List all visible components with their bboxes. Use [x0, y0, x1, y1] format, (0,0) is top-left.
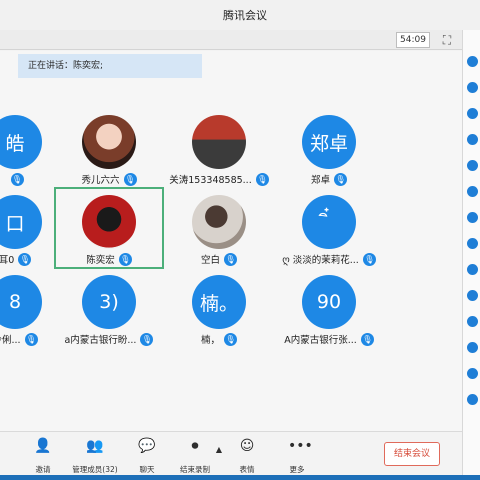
- avatar: 8: [0, 275, 42, 329]
- participant-name: 怜俐...: [0, 335, 21, 346]
- participant-name-row: ღ 淡淡的茉莉花... 🎙: [274, 251, 384, 267]
- participant-status-icon: [467, 82, 478, 93]
- participant-name-row: 秀儿六六 🎙: [54, 171, 164, 187]
- taskbar: [0, 475, 480, 480]
- participant-name-row: a内蒙古银行盼... 🎙: [54, 331, 164, 347]
- microphone-icon: 🎙: [140, 332, 154, 346]
- participant-status-icon: [467, 290, 478, 301]
- avatar: 楠。: [192, 275, 246, 329]
- participant-name: 楠，: [200, 335, 220, 346]
- participant-status-icon: [467, 238, 478, 249]
- avatar: ิ๋: [302, 195, 356, 249]
- participant-name: ღ 淡淡的茉莉花...: [282, 255, 359, 266]
- more-icon: •••: [288, 438, 313, 454]
- participant-name: 秀儿六六: [81, 175, 120, 186]
- microphone-icon: 🎙: [123, 172, 137, 186]
- avatar: [192, 115, 246, 169]
- video-gallery: 正在讲话：陈奕宏; 皓 🎙 秀儿六六 🎙 关涛153348585... 🎙 郑卓…: [0, 51, 462, 431]
- microphone-icon: 🎙: [255, 172, 269, 186]
- window-title: 腾讯会议: [223, 9, 267, 22]
- participant-tile[interactable]: 关涛153348585... 🎙: [164, 107, 274, 189]
- invite-button[interactable]: 👤 邀请: [18, 436, 68, 474]
- emoji-icon: ☺: [239, 438, 255, 454]
- meeting-window: 腾讯会议 54:09 ⛶ 正在讲话：陈奕宏; 皓 🎙 秀儿六六 🎙 关涛1533…: [0, 0, 480, 480]
- side-panel: [462, 30, 480, 475]
- members-label: 管理成员(32): [72, 465, 118, 474]
- participant-status-icon: [467, 368, 478, 379]
- participant-name-row: 关涛153348585... 🎙: [164, 171, 274, 187]
- microphone-icon: 🎙: [10, 172, 24, 186]
- participant-tile[interactable]: ิ๋ ღ 淡淡的茉莉花... 🎙: [274, 187, 384, 269]
- participant-name-row: 郑卓 🎙: [274, 171, 384, 187]
- participant-name: 耳0: [0, 255, 15, 266]
- meeting-toolbar: 54:09 ⛶: [0, 30, 462, 50]
- participant-name: A内蒙古银行张...: [284, 335, 357, 346]
- microphone-icon: 🎙: [224, 252, 237, 266]
- microphone-icon: 🎙: [24, 332, 38, 346]
- avatar: [82, 195, 136, 249]
- participant-tile[interactable]: 秀儿六六 🎙: [54, 107, 164, 189]
- fullscreen-icon[interactable]: ⛶: [440, 33, 454, 47]
- participant-status-icon: [467, 212, 478, 223]
- avatar: 90: [302, 275, 356, 329]
- meeting-timer: 54:09: [396, 32, 430, 48]
- members-icon: 👥: [86, 438, 104, 454]
- microphone-icon: 🎙: [118, 252, 132, 266]
- reactions-button[interactable]: ☺ 表情: [222, 436, 272, 474]
- participant-tile[interactable]: 空白 🎙: [164, 187, 274, 269]
- avatar: [192, 195, 246, 249]
- avatar: 3): [82, 275, 136, 329]
- participant-status-icon: [467, 134, 478, 145]
- avatar: 口: [0, 195, 42, 249]
- participant-tile[interactable]: 90 A内蒙古银行张... 🎙: [274, 267, 384, 349]
- record-label: 结束录制: [180, 465, 210, 474]
- participant-status-icon: [467, 264, 478, 275]
- avatar: [82, 115, 136, 169]
- avatar: 皓: [0, 115, 42, 169]
- microphone-icon: 🎙: [18, 252, 32, 266]
- participant-name: a内蒙古银行盼...: [64, 335, 137, 346]
- participant-status-icon: [467, 108, 478, 119]
- participant-tile[interactable]: 郑卓 郑卓 🎙: [274, 107, 384, 189]
- participant-status-icon: [467, 160, 478, 171]
- chat-button[interactable]: 💬 聊天: [122, 436, 172, 474]
- end-meeting-button[interactable]: 结束会议: [384, 442, 440, 466]
- participant-status-icon: [467, 394, 478, 405]
- microphone-icon: 🎙: [224, 332, 237, 346]
- participant-status-icon: [467, 186, 478, 197]
- participant-name: 郑卓: [310, 175, 330, 186]
- microphone-icon: 🎙: [334, 172, 347, 186]
- chat-icon: 💬: [138, 438, 156, 454]
- participant-tile[interactable]: 3) a内蒙古银行盼... 🎙: [54, 267, 164, 349]
- participant-name: 空白: [200, 255, 220, 266]
- title-bar: 腾讯会议: [0, 0, 480, 30]
- participant-name-row: 楠， 🎙: [164, 331, 274, 347]
- participant-name: 关涛153348585...: [169, 175, 252, 186]
- participant-name: 陈奕宏: [86, 255, 115, 266]
- microphone-icon: 🎙: [362, 252, 376, 266]
- participant-name-row: 陈奕宏 🎙: [54, 251, 164, 267]
- participant-name-row: A内蒙古银行张... 🎙: [274, 331, 384, 347]
- participant-status-icon: [467, 316, 478, 327]
- microphone-icon: 🎙: [360, 332, 374, 346]
- participant-status-icon: [467, 342, 478, 353]
- invite-label: 邀请: [35, 465, 51, 474]
- bottom-toolbar: 👤 邀请 👥 管理成员(32) 💬 聊天 ⏺ 结束录制 ▲ ☺ 表情 ••• 更…: [0, 431, 462, 475]
- chat-label: 聊天: [139, 465, 155, 474]
- reactions-label: 表情: [239, 465, 255, 474]
- participant-status-icon: [467, 56, 478, 67]
- avatar: 郑卓: [302, 115, 356, 169]
- record-icon: ⏺: [191, 438, 199, 454]
- manage-members-button[interactable]: 👥 管理成员(32): [70, 436, 120, 474]
- more-button[interactable]: ••• 更多: [272, 436, 322, 474]
- speaking-indicator: 正在讲话：陈奕宏;: [18, 54, 202, 78]
- participant-tile[interactable]: 楠。 楠， 🎙: [164, 267, 274, 349]
- participant-name-row: 空白 🎙: [164, 251, 274, 267]
- more-label: 更多: [289, 465, 305, 474]
- active-speaker-tile[interactable]: 陈奕宏 🎙: [54, 187, 164, 269]
- invite-icon: 👤: [34, 438, 52, 454]
